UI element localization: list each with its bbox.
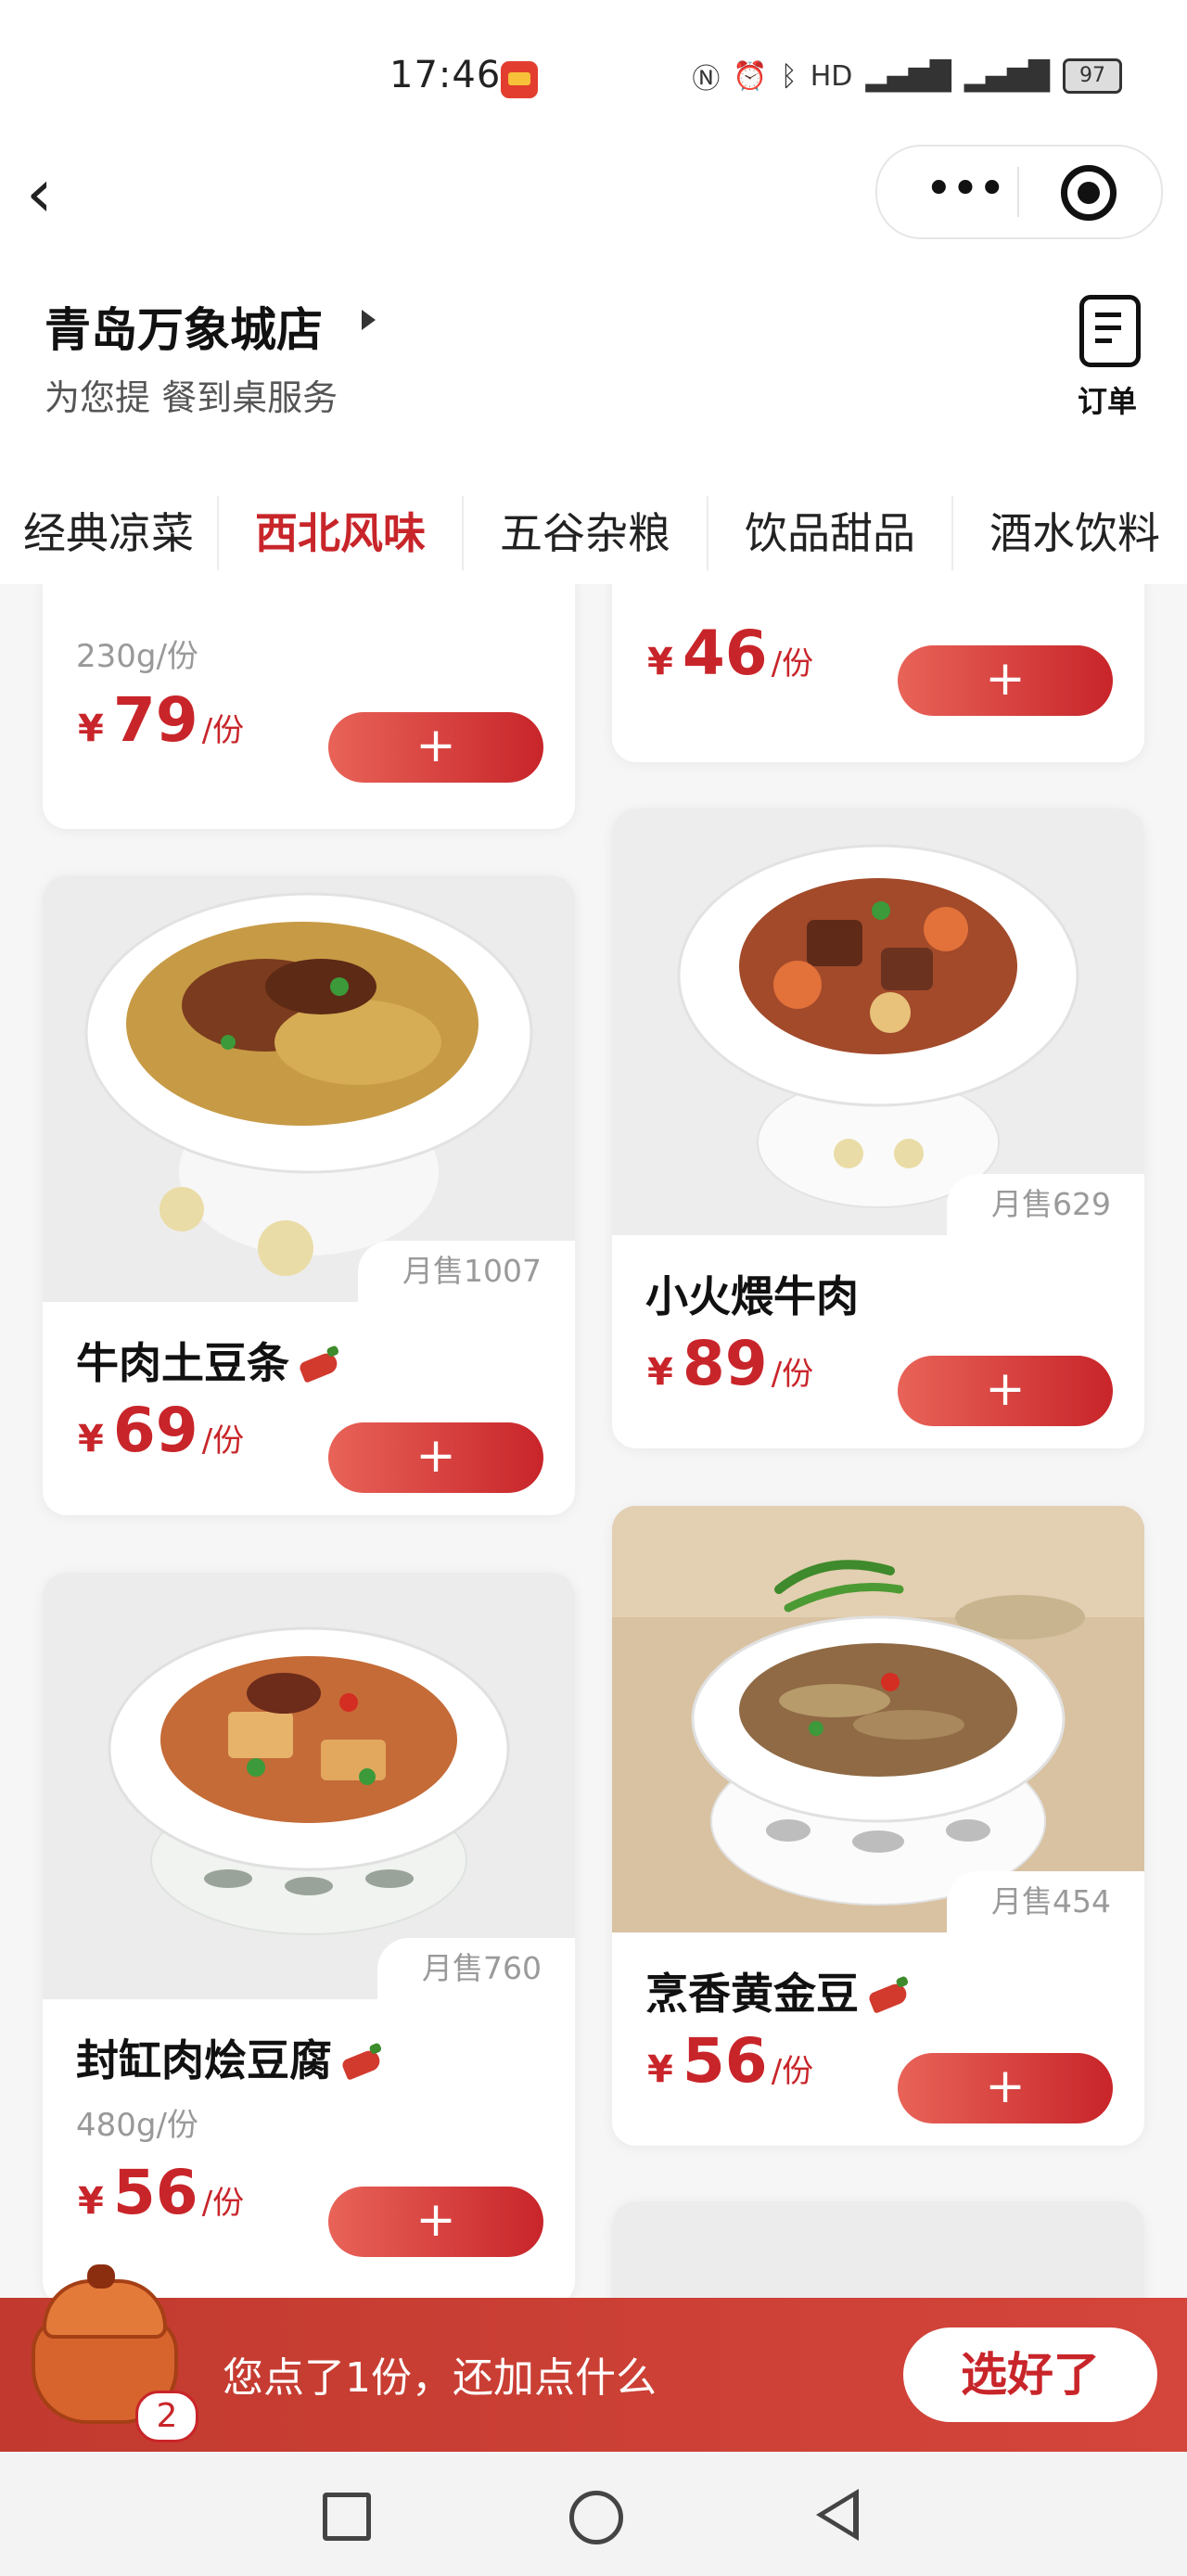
close-miniprogram-icon[interactable] xyxy=(1061,165,1117,221)
dish-photo-stewed-beef xyxy=(612,809,1144,1235)
add-to-cart-button[interactable]: + xyxy=(328,712,543,783)
monthly-sales: 月售629 xyxy=(947,1174,1144,1235)
tab-grains[interactable]: 五谷杂粮 xyxy=(464,496,708,570)
alarm-icon: ⏰ xyxy=(733,59,768,93)
order-button[interactable]: 订单 xyxy=(1066,295,1155,425)
chili-icon xyxy=(867,1980,910,2014)
category-tabs: 经典凉菜 西北风味 五谷杂粮 饮品甜品 酒水饮料 xyxy=(0,482,1187,584)
dish-price: ¥56/份 xyxy=(647,2025,814,2097)
add-to-cart-button[interactable]: + xyxy=(898,1356,1113,1426)
recent-apps-icon[interactable] xyxy=(323,2493,371,2541)
monthly-sales: 月售454 xyxy=(947,1871,1144,1932)
add-to-cart-button[interactable]: + xyxy=(328,1422,543,1493)
signal-4g-icon: ▂▄▆█ xyxy=(865,59,951,93)
dish-name: 小火煨牛肉 xyxy=(645,1271,859,1321)
dish-name: 烹香黄金豆 xyxy=(645,1960,910,2021)
dish-price: ¥46/份 xyxy=(647,618,814,689)
dish-photo-golden-beans xyxy=(612,1506,1144,1932)
order-label: 订单 xyxy=(1078,384,1138,419)
dish-spec: 230g/份 xyxy=(76,638,198,675)
store-subtitle: 为您提 餐到桌服务 xyxy=(45,377,338,418)
dish-card[interactable]: ¥46/份 + xyxy=(612,584,1144,762)
cart-message: 您点了1份，还加点什么 xyxy=(223,2354,657,2402)
dish-name: 牛肉土豆条 xyxy=(76,1330,340,1391)
add-to-cart-button[interactable]: + xyxy=(328,2187,543,2257)
monthly-sales: 月售1007 xyxy=(358,1241,575,1302)
monthly-sales: 月售760 xyxy=(377,1938,575,1999)
dish-card[interactable]: 月售1007 牛肉土豆条 ¥69/份 + xyxy=(43,875,575,1515)
dish-price: ¥69/份 xyxy=(78,1395,245,1466)
more-icon[interactable]: ••• xyxy=(918,165,1011,215)
cart-bar: 2 您点了1份，还加点什么 选好了 xyxy=(0,2264,1187,2452)
chili-icon xyxy=(340,2047,383,2081)
add-to-cart-button[interactable]: + xyxy=(898,2053,1113,2123)
dish-card[interactable]: 月售454 烹香黄金豆 ¥56/份 + xyxy=(612,1506,1144,2146)
system-nav-bar xyxy=(0,2452,1187,2576)
dish-price: ¥56/份 xyxy=(78,2157,245,2228)
home-icon[interactable] xyxy=(569,2491,623,2544)
checkout-button[interactable]: 选好了 xyxy=(903,2327,1157,2422)
dish-card[interactable]: 月售629 小火煨牛肉 ¥89/份 + xyxy=(612,809,1144,1448)
status-icons: Ⓝ ⏰ ᛒ HD ▂▄▆█ ▂▄▆█ 97 xyxy=(692,56,1122,96)
tab-drinks-desserts[interactable]: 饮品甜品 xyxy=(708,496,953,570)
store-arrow-icon[interactable] xyxy=(362,310,376,330)
dish-card[interactable]: 月售760 封缸肉烩豆腐 480g/份 ¥56/份 + xyxy=(43,1573,575,2298)
dish-photo xyxy=(612,2201,1144,2298)
dish-photo-tofu xyxy=(43,1573,575,1999)
notification-app-icon xyxy=(501,61,538,98)
signal-5g-icon: ▂▄▆█ xyxy=(964,59,1050,93)
tab-classic-cold-dishes[interactable]: 经典凉菜 xyxy=(0,496,219,570)
add-to-cart-button[interactable]: + xyxy=(898,645,1113,716)
tab-northwest-flavor[interactable]: 西北风味 xyxy=(219,496,464,570)
chili-icon xyxy=(298,1349,340,1384)
tab-beverages[interactable]: 酒水饮料 xyxy=(953,496,1187,570)
nfc-icon: Ⓝ xyxy=(692,63,721,96)
status-time: 17:46 xyxy=(389,54,502,96)
bluetooth-icon: ᛒ xyxy=(780,59,798,93)
order-list-icon xyxy=(1079,295,1141,367)
dish-photo-beef-potato xyxy=(43,875,575,1302)
store-name[interactable]: 青岛万象城店 xyxy=(45,293,323,360)
dish-card[interactable] xyxy=(612,2201,1144,2298)
dish-card[interactable]: 230g/份 ¥79/份 + xyxy=(43,584,575,829)
dish-spec: 480g/份 xyxy=(76,2107,198,2144)
dish-price: ¥89/份 xyxy=(647,1328,814,1399)
cart-count-badge: 2 xyxy=(135,2391,198,2442)
dish-price: ¥79/份 xyxy=(78,684,245,756)
hd-icon: HD xyxy=(810,59,853,93)
back-button[interactable]: ‹ xyxy=(26,156,82,230)
back-nav-icon[interactable] xyxy=(816,2489,859,2541)
dish-name: 封缸肉烩豆腐 xyxy=(76,2027,383,2088)
miniprogram-capsule: ••• xyxy=(875,145,1163,239)
battery-icon: 97 xyxy=(1063,58,1122,94)
dish-list: 230g/份 ¥79/份 + ¥46/份 + 月售1007 牛肉土豆条 ¥ 69… xyxy=(0,584,1187,2298)
capsule-divider xyxy=(1017,167,1019,217)
